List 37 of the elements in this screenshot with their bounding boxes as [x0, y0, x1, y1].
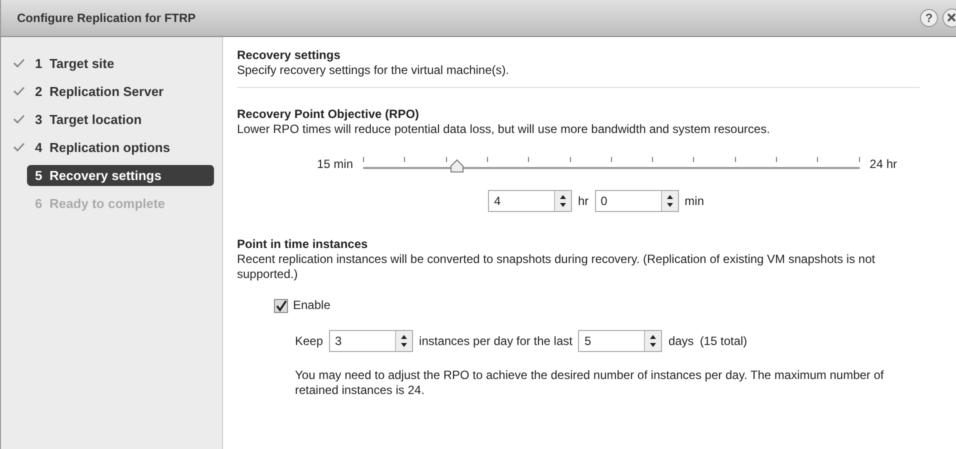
total-label: (15 total)	[700, 334, 748, 348]
slider-track[interactable]	[363, 155, 860, 173]
step-item[interactable]: 3 Target location	[1, 105, 222, 133]
slider-max-label: 24 hr	[870, 156, 897, 172]
close-icon[interactable]	[942, 8, 956, 28]
step-item[interactable]: 1 Target site	[1, 49, 222, 77]
step-item[interactable]: 2 Replication Server	[1, 77, 222, 105]
step-item[interactable]: 5 Recovery settings	[1, 161, 222, 189]
step-label: 4 Replication options	[35, 138, 172, 157]
enable-checkbox[interactable]	[274, 298, 288, 312]
section-description: Specify recovery settings for the virtual machine(s).	[237, 63, 510, 78]
instances-spinner[interactable]: 3	[329, 330, 414, 352]
slider-min-label: 15 min	[317, 156, 354, 172]
unit-label: min	[684, 194, 704, 208]
step-label: 6 Ready to complete	[35, 194, 166, 213]
keep-label: Keep	[295, 334, 324, 348]
days-label: days	[668, 334, 694, 348]
section-title: Recovery Point Objective (RPO)	[237, 106, 420, 122]
step-label: 2 Replication Server	[35, 82, 165, 101]
slider-thumb[interactable]	[450, 159, 464, 173]
note-text: You may need to adjust the RPO to achieve the desired number of instances per day. The maximum number of retained instances is 24.	[295, 368, 885, 398]
step-label: 3 Target location	[35, 110, 143, 129]
window-title: Configure Replication for FTRP	[17, 11, 196, 25]
section-title: Point in time instances	[237, 236, 369, 252]
minutes-spinner[interactable]: 0	[594, 190, 679, 212]
unit-label: hr	[578, 194, 589, 208]
section-description: Recent replication instances will be converted to snapshots during recovery. (Replication of existing VM snapshots is not supported.)	[237, 252, 876, 282]
days-spinner[interactable]: 5	[578, 330, 662, 352]
help-button[interactable]: ?	[920, 9, 938, 27]
per-day-label: instances per day for the last	[419, 334, 572, 348]
hours-spinner[interactable]: 4	[488, 190, 572, 212]
step-label: 5 Recovery settings	[27, 164, 214, 186]
checkbox-label: Enable	[293, 298, 330, 313]
section-title: Recovery settings	[237, 47, 342, 63]
step-label: 1 Target site	[35, 54, 116, 73]
step-item[interactable]: 4 Replication options	[1, 133, 222, 161]
section-description: Lower RPO times will reduce potential data loss, but will use more bandwidth and system resources.	[237, 122, 771, 137]
